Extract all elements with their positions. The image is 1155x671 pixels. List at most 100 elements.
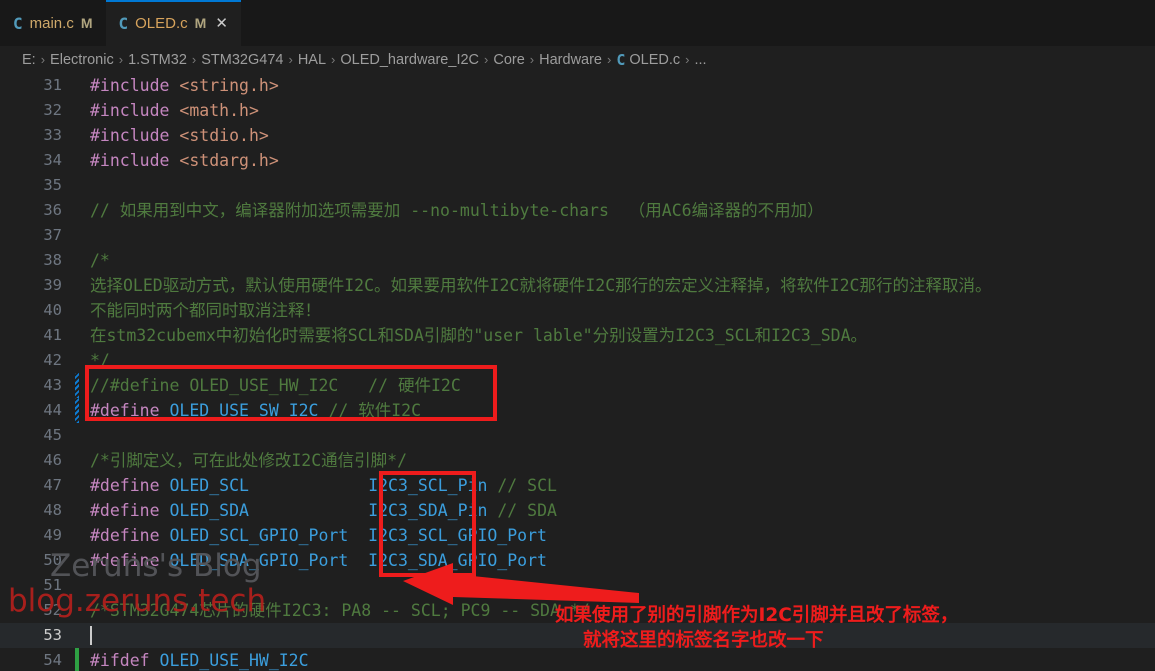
code-line[interactable]: 46/*引脚定义，可在此处修改I2C通信引脚*/ [0,448,1155,473]
code-editor[interactable]: 31#include <string.h>32#include <math.h>… [0,73,1155,671]
line-number: 44 [0,398,62,423]
breadcrumb-item-stm32g474[interactable]: STM32G474 [201,52,283,68]
code-token [169,151,179,170]
breadcrumb-item-hal[interactable]: HAL [298,52,326,68]
code-line[interactable]: 35 [0,173,1155,198]
line-content: 选择OLED驱动方式，默认使用硬件I2C。如果要用软件I2C就将硬件I2C那行的… [90,273,991,298]
line-content: #define OLED_SDA I2C3_SDA_Pin // SDA [90,498,557,523]
code-line[interactable]: 34 #include <stdarg.h> [0,148,1155,173]
code-token [348,526,368,545]
line-content: #define OLED_SDA_GPIO_Port I2C3_SDA_GPIO… [90,548,547,573]
chevron-right-icon: › [607,52,611,67]
breadcrumb: E: › Electronic › 1.STM32 › STM32G474 › … [0,46,1155,73]
code-line[interactable]: 41 在stm32cubemx中初始化时需要将SCL和SDA引脚的"user la… [0,323,1155,348]
code-line[interactable]: 51 [0,573,1155,598]
breadcrumb-item-oled-hardware-i2c[interactable]: OLED_hardware_I2C [340,52,479,68]
line-number: 54 [0,648,62,671]
gutter-added-marker [75,648,79,671]
code-token [169,101,179,120]
chevron-right-icon: › [288,52,292,67]
chevron-right-icon: › [41,52,45,67]
annotation-note-line-1: 如果使用了别的引脚作为I2C引脚并且改了标签， [555,603,958,628]
code-token: //#define OLED_USE_HW_I2C // 硬件I2C [90,376,461,395]
chevron-right-icon: › [331,52,335,67]
gutter-modified-marker [75,398,79,423]
line-content: #include <stdarg.h> [90,148,279,173]
code-token: OLED_SDA_GPIO_Port [169,551,348,570]
code-token: #define [90,526,160,545]
tab-modified-badge: M [195,15,207,31]
code-token [169,76,179,95]
code-line[interactable]: 32 #include <math.h> [0,98,1155,123]
code-line[interactable]: 33#include <stdio.h> [0,123,1155,148]
line-content: /*引脚定义，可在此处修改I2C通信引脚*/ [90,448,407,473]
code-token: #define [90,476,160,495]
code-token: /*引脚定义，可在此处修改I2C通信引脚*/ [90,451,407,470]
code-token: // 软件I2C [328,401,421,420]
line-number: 43 [0,373,62,398]
line-number: 37 [0,223,62,248]
code-line[interactable]: 37 [0,223,1155,248]
code-line[interactable]: 39选择OLED驱动方式，默认使用硬件I2C。如果要用软件I2C就将硬件I2C那… [0,273,1155,298]
code-line[interactable]: 54#ifdef OLED_USE_HW_I2C [0,648,1155,671]
code-token [150,651,160,670]
code-line[interactable]: 43 //#define OLED_USE_HW_I2C // 硬件I2C [0,373,1155,398]
line-number: 31 [0,73,62,98]
tab-oled-c[interactable]: C OLED.c M ✕ [106,0,241,46]
code-token [319,401,329,420]
code-line[interactable]: 36// 如果用到中文，编译器附加选项需要加 --no-multibyte-ch… [0,198,1155,223]
tab-modified-badge: M [81,15,93,31]
line-number: 41 [0,323,62,348]
code-token: */ [90,351,110,370]
code-line[interactable]: 31#include <string.h> [0,73,1155,98]
code-token: OLED_SCL [169,476,248,495]
code-line[interactable]: 49 #define OLED_SCL_GPIO_Port I2C3_SCL_GP… [0,523,1155,548]
tab-label: OLED.c [135,15,188,32]
code-token: /* [90,251,110,270]
line-number: 36 [0,198,62,223]
code-token: I2C3_SCL_Pin [368,476,487,495]
line-content: */ [90,348,110,373]
code-line[interactable]: 42*/ [0,348,1155,373]
breadcrumb-item-core[interactable]: Core [493,52,524,68]
code-token [160,501,170,520]
code-line[interactable]: 44 #define OLED_USE_SW_I2C // 软件I2C [0,398,1155,423]
code-line[interactable]: 50 #define OLED_SDA_GPIO_Port I2C3_SDA_GP… [0,548,1155,573]
line-number: 52 [0,598,62,623]
line-content: #define OLED_USE_SW_I2C // 软件I2C [90,398,421,423]
code-token: I2C3_SCL_GPIO_Port [368,526,547,545]
line-content: #define OLED_SCL_GPIO_Port I2C3_SCL_GPIO… [90,523,547,548]
code-token: #include [90,151,169,170]
code-line[interactable]: 38/* [0,248,1155,273]
breadcrumb-item-hardware[interactable]: Hardware [539,52,602,68]
breadcrumb-item-1stm32[interactable]: 1.STM32 [128,52,187,68]
line-number: 49 [0,523,62,548]
code-token: 选择OLED驱动方式，默认使用硬件I2C。如果要用软件I2C就将硬件I2C那行的… [90,276,991,295]
line-number: 50 [0,548,62,573]
breadcrumb-overflow[interactable]: ... [694,52,706,68]
code-token: /*STM32G474芯片的硬件I2C3: PA8 -- SCL; PC9 --… [90,601,590,620]
vscode-window: C main.c M C OLED.c M ✕ E: › Electronic … [0,0,1155,671]
code-line[interactable]: 45 [0,423,1155,448]
text-cursor [90,626,92,645]
line-content: #define OLED_SCL I2C3_SCL_Pin // SCL [90,473,557,498]
code-line[interactable]: 40不能同时两个都同时取消注释！ [0,298,1155,323]
close-icon[interactable]: ✕ [215,16,228,31]
tab-main-c[interactable]: C main.c M [0,0,106,46]
code-line[interactable]: 48#define OLED_SDA I2C3_SDA_Pin // SDA [0,498,1155,523]
breadcrumb-item-file[interactable]: OLED.c [629,52,680,68]
line-content: #include <math.h> [90,98,259,123]
code-token: #ifdef [90,651,150,670]
chevron-right-icon: › [685,52,689,67]
code-token: #include [90,126,169,145]
code-line[interactable]: 47#define OLED_SCL I2C3_SCL_Pin // SCL [0,473,1155,498]
line-number: 34 [0,148,62,173]
line-number: 40 [0,298,62,323]
line-number: 32 [0,98,62,123]
gutter-modified-marker [75,373,79,398]
breadcrumb-item-drive[interactable]: E: [22,52,36,68]
code-token [348,551,368,570]
code-token: 在stm32cubemx中初始化时需要将SCL和SDA引脚的"user labl… [90,326,867,345]
code-token: <string.h> [179,76,278,95]
breadcrumb-item-electronic[interactable]: Electronic [50,52,114,68]
